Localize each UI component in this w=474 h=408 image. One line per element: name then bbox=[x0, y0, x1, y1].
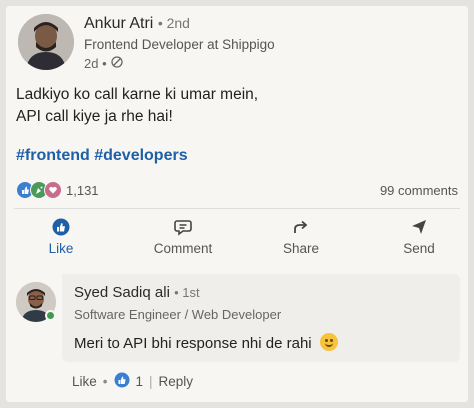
love-reaction-icon bbox=[44, 181, 62, 199]
share-label: Share bbox=[282, 241, 320, 256]
separator-dot: • bbox=[102, 374, 108, 389]
post-card: Ankur Atri • 2nd Frontend Developer at S… bbox=[6, 6, 468, 402]
commenter-headline: Software Engineer / Web Developer bbox=[74, 307, 282, 322]
smiling-face-emoji-icon bbox=[319, 333, 338, 351]
like-button[interactable]: Like bbox=[16, 218, 106, 258]
commenter-connection-degree: • 1st bbox=[174, 285, 200, 300]
post-text-line: API call kiye ja rhe hai! bbox=[16, 108, 173, 125]
comment-like-count[interactable]: 1 bbox=[136, 374, 144, 389]
like-label: Like bbox=[48, 241, 74, 256]
comment-like-button[interactable]: Like bbox=[72, 374, 97, 389]
commenter-name[interactable]: Syed Sadiq ali bbox=[74, 284, 170, 301]
like-icon bbox=[52, 218, 70, 236]
comment-text: Meri to API bhi response nhi de rahi bbox=[74, 333, 338, 352]
comment-label: Comment bbox=[153, 241, 213, 256]
send-label: Send bbox=[403, 241, 435, 256]
commenter-name-row: Syed Sadiq ali • 1st bbox=[74, 284, 200, 301]
comment-bubble: Syed Sadiq ali • 1st Software Engineer /… bbox=[62, 274, 460, 362]
comment-icon bbox=[174, 220, 192, 236]
comment-like-reaction-icon bbox=[114, 372, 130, 391]
author-name[interactable]: Ankur Atri bbox=[84, 15, 153, 32]
author-headline: Frontend Developer at Shippigo bbox=[84, 37, 275, 52]
post-time: 2d • bbox=[84, 56, 107, 71]
author-avatar[interactable] bbox=[18, 14, 74, 70]
share-button[interactable]: Share bbox=[256, 218, 346, 258]
comment-text-content: Meri to API bhi response nhi de rahi bbox=[74, 335, 312, 352]
send-icon bbox=[412, 220, 426, 234]
divider bbox=[14, 208, 460, 209]
post-meta: 2d • bbox=[84, 56, 123, 71]
reply-button[interactable]: Reply bbox=[159, 374, 194, 389]
post-text-line: Ladkiyo ko call karne ki umar mein, bbox=[16, 86, 259, 103]
comment-button[interactable]: Comment bbox=[138, 218, 228, 258]
share-arrow-icon bbox=[294, 220, 308, 233]
online-status-indicator bbox=[45, 310, 56, 321]
comments-count[interactable]: 99 comments bbox=[380, 183, 458, 198]
reactions-summary[interactable]: 1,131 bbox=[16, 181, 99, 199]
post-actions: Like Comment Share Send bbox=[6, 218, 468, 262]
reaction-count: 1,131 bbox=[66, 182, 99, 198]
author-name-row: Ankur Atri • 2nd bbox=[84, 15, 190, 33]
comment-actions: Like • 1 | Reply bbox=[72, 372, 193, 391]
separator-bar: | bbox=[149, 374, 153, 389]
post-body: Ladkiyo ko call karne ki umar mein, API … bbox=[16, 84, 258, 128]
hashtag-links[interactable]: #frontend #developers bbox=[16, 147, 188, 165]
connection-degree: • 2nd bbox=[157, 15, 190, 31]
globe-icon bbox=[110, 56, 123, 71]
send-button[interactable]: Send bbox=[374, 218, 464, 258]
